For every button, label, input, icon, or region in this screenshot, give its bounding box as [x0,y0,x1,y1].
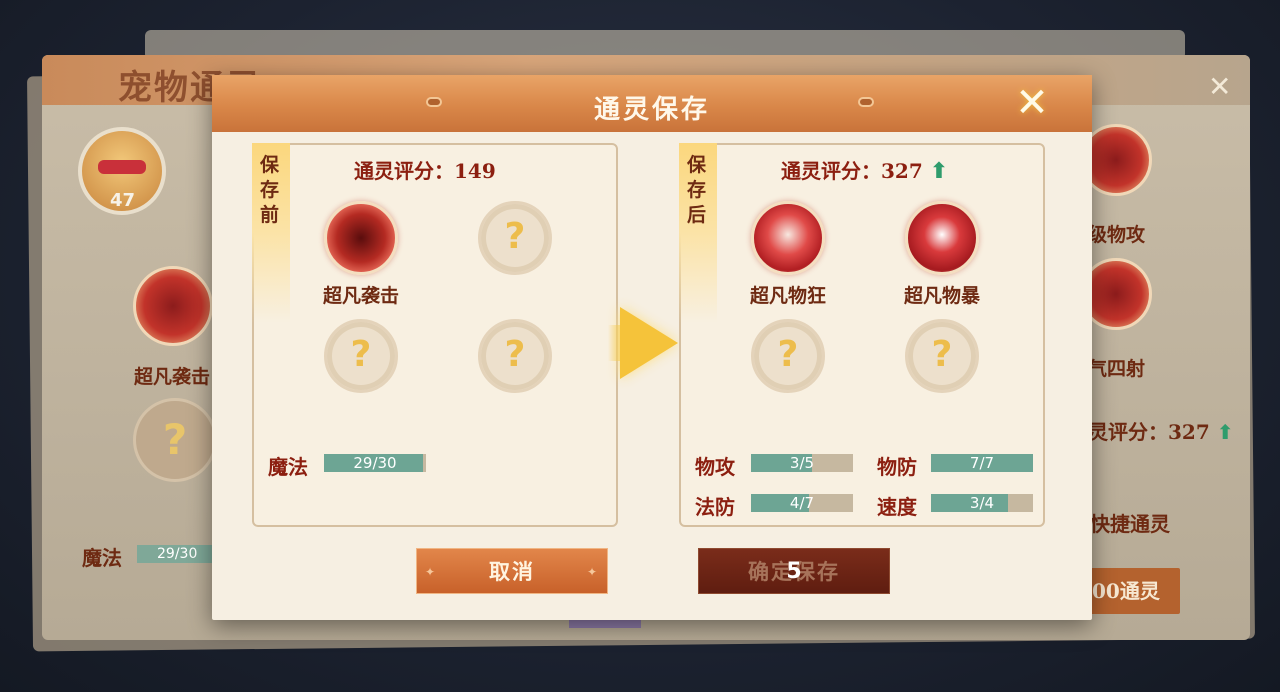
arrow-right-icon [620,307,678,379]
stat-value: 3/4 [969,494,995,512]
stat-value: 29/30 [353,454,397,472]
after-save-card: 保存后 通灵评分：327 ⬆ 超凡物狂 超凡物暴 ? ? 物攻 3/5 物防 7… [679,143,1045,527]
before-score: 通灵评分：149 [354,159,496,183]
stat-name-magic: 魔法 [268,455,308,479]
button-ornament-icon: ✦ [425,565,438,579]
bg-empty-slot: ? [133,398,217,482]
cancel-button[interactable]: ✦ 取消 ✦ [416,548,608,594]
before-tag: 保存前 [252,143,290,323]
question-icon[interactable]: ? [478,319,552,393]
bg-commune-button[interactable]: 00通灵 [1088,568,1180,614]
dialog-header: 通灵保存 ✕ [212,75,1092,132]
stat-value: 4/7 [789,494,815,512]
bg-skill-label-2: 气四射 [1088,358,1146,380]
question-icon[interactable]: ? [324,319,398,393]
dialog-title: 通灵保存 [593,95,710,125]
pet-mask-icon [98,160,146,174]
stat-value: 7/7 [969,454,995,472]
before-tag-label: 保存前 [260,154,280,226]
stat-bar-mag-def: 4/7 [751,494,853,512]
stat-bar-phys-atk: 3/5 [751,454,853,472]
stat-name-speed: 速度 [877,495,917,519]
question-icon[interactable]: ? [751,319,825,393]
bg-magic-bar: 29/30 [137,545,213,563]
close-icon[interactable]: ✕ [1010,79,1054,127]
stat-name-mag-def: 法防 [695,495,735,519]
score-up-icon: ⬆ [929,159,949,184]
stat-name-phys-def: 物防 [877,455,917,479]
bg-score-up-icon: ⬆ [1216,420,1234,444]
before-slot-label-1: 超凡袭击 [322,285,399,307]
after-score: 通灵评分：327 ⬆ [781,159,949,184]
stat-bar-magic: 29/30 [324,454,426,472]
question-icon[interactable]: ? [478,201,552,275]
stat-bar-phys-def: 7/7 [931,454,1033,472]
confirm-save-button[interactable]: 确定保存 5 [698,548,890,594]
bg-score: 灵评分：327 ⬆ [1088,420,1234,444]
bg-quick-commune[interactable]: 快捷通灵 [1090,508,1170,537]
sword-crit-icon[interactable] [905,201,979,275]
after-slot-label-1: 超凡物狂 [749,285,826,307]
blade-frenzy-icon[interactable] [751,201,825,275]
claw-strike-icon[interactable] [324,201,398,275]
bg-skill-label: 超凡袭击 [134,366,211,388]
confirm-countdown: 5 [786,559,802,584]
stat-bar-speed: 3/4 [931,494,1033,512]
after-tag-label: 保存后 [687,154,707,226]
bg-magic-label: 魔法 [82,546,122,570]
bg-skill-label-1: 级物攻 [1088,224,1146,246]
question-icon[interactable]: ? [905,319,979,393]
pet-window-close-icon[interactable]: ✕ [1208,70,1231,103]
bg-skill-claw-icon [133,266,213,346]
after-slot-label-2: 超凡物暴 [903,285,980,307]
stat-value: 3/5 [789,454,815,472]
button-ornament-icon: ✦ [587,565,600,579]
cancel-label: 取消 [489,559,535,584]
pet-level: 47 [110,190,136,211]
stat-name-phys-atk: 物攻 [695,455,735,479]
commune-save-dialog: 通灵保存 ✕ 保存前 通灵评分：149 超凡袭击 ? ? ? 魔法 29/30 … [212,75,1092,620]
after-tag: 保存后 [679,143,717,323]
before-save-card: 保存前 通灵评分：149 超凡袭击 ? ? ? 魔法 29/30 [252,143,618,527]
